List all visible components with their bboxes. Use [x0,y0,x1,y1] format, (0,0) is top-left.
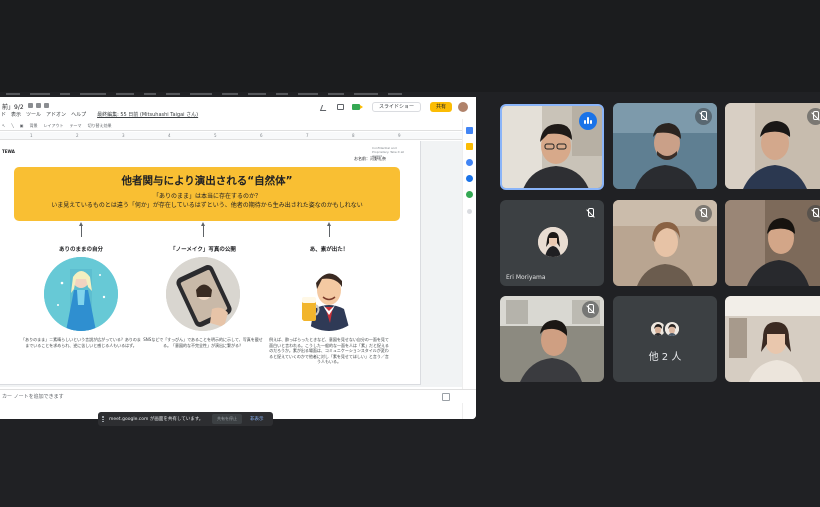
activity-icon[interactable] [319,105,329,111]
others-count: 他 2 人 [648,352,682,363]
phone-selfie-photo [166,257,240,331]
banner-description: いま見えているものとは違う「何か」が存在しているはずという、他者の期待から生み出… [51,202,363,209]
contacts-icon[interactable] [466,175,473,182]
participant-tile[interactable] [725,296,820,382]
column-description: SNSなどで「すっぴん」であることを明示的に示して、写真を載せる。「意図的な不完… [143,337,263,348]
speaker-notes-placeholder: カー ノートを追加できます [2,394,64,400]
comment-add-icon[interactable]: ▣ [20,123,24,128]
cursor-icon[interactable]: ↖ [2,123,5,128]
participant-tile-others[interactable]: 他 2 人 [613,296,717,382]
doc-title[interactable]: 前」9/2 [2,102,24,111]
mic-off-icon [807,205,820,222]
column-heading: 「ノーメイク」写真の公開 [170,247,236,253]
calendar-icon[interactable] [466,127,473,134]
menu-item[interactable]: ヘルプ [71,111,86,118]
participant-tile[interactable] [613,103,717,189]
participant-tile[interactable] [725,103,820,189]
side-panel-rail [462,119,476,419]
add-on-icon[interactable] [467,209,472,214]
share-button[interactable]: 共有 [430,102,453,112]
star-icon[interactable] [28,103,33,108]
toolbar-item[interactable]: 切り替え効果 [88,123,112,129]
participant-tile[interactable] [725,200,820,286]
businessman-beer-illustration [292,257,366,331]
ruler-number: 6 [260,133,263,138]
column-heading: ありのままの自分 [58,247,103,253]
arrow-up-icon [327,222,331,237]
maps-icon[interactable] [466,191,473,198]
menu-item[interactable]: 表示 [11,111,21,118]
avatar [663,320,681,338]
ruler-number: 4 [168,133,171,138]
doc-header: 前」9/2 ド 表示 ツール アドオン ヘルプ 最終編集: 55 日前 (Mit… [0,97,476,119]
menu-item[interactable]: アドオン [46,111,66,118]
meet-icon[interactable] [352,104,363,110]
slide-canvas: TEWA Confidential and Proprietary. Take … [0,141,462,387]
others-avatars [649,320,683,340]
author-name: お名前：河野礼奈 [354,156,386,161]
toolbar-item[interactable]: テーマ [70,123,82,129]
keep-icon[interactable] [466,143,473,150]
arrow-up-icon [201,222,205,237]
account-avatar[interactable] [458,102,468,112]
ruler-number: 8 [352,133,355,138]
princess-illustration [44,257,118,331]
participant-tile[interactable] [613,200,717,286]
stop-sharing-button[interactable]: 共有を停止 [212,414,242,424]
toolbar-item[interactable]: レイアウト [44,123,64,129]
avatar [538,227,568,257]
participant-tile[interactable]: Eri Moriyama [500,200,604,286]
speaking-indicator-icon [579,112,597,130]
share-toast-text: meet.google.com が画面を共有しています。 [109,417,204,422]
slide-logo: TEWA [2,149,15,154]
comment-icon[interactable] [337,104,344,110]
ruler-number: 9 [398,133,401,138]
banner-title: 他者関与により演出される“自然体” [121,175,293,187]
toolbar-item[interactable]: 背景 [30,123,38,129]
participant-tile[interactable] [500,104,604,190]
mic-off-icon [695,205,712,222]
participant-tile[interactable] [500,296,604,382]
ruler-number: 7 [306,133,309,138]
arrow-up-icon [79,222,83,237]
mic-off-icon [695,108,712,125]
speaker-notes-area[interactable]: カー ノートを追加できます [0,389,476,403]
ruler: 1 2 3 4 5 6 7 8 9 [0,132,462,140]
mic-off-icon [582,205,599,222]
mic-off-icon [807,108,820,125]
hide-toast-button[interactable]: 非表示 [250,416,264,422]
slide[interactable]: TEWA Confidential and Proprietary. Take … [0,141,421,385]
ruler-number: 1 [30,133,33,138]
banner-subtitle: 「ありのまま」は本当に存在するのか？ [152,193,261,200]
drag-handle-icon[interactable] [102,416,104,422]
last-edit-link[interactable]: 最終編集: 55 日前 (Mitsuhashi Taigai さん) [97,111,198,118]
shared-slides-window: 前」9/2 ド 表示 ツール アドオン ヘルプ 最終編集: 55 日前 (Mit… [0,97,476,419]
ruler-number: 3 [122,133,125,138]
menu-item[interactable]: ツール [26,111,41,118]
slideshow-button[interactable]: スライドショー [372,102,422,112]
move-icon[interactable] [36,103,41,108]
line-icon[interactable]: ╲ [11,123,13,128]
editing-toolbar: ↖ ╲ ▣ 背景 レイアウト テーマ 切り替え効果 [0,121,462,131]
menu-bar: ド 表示 ツール アドオン ヘルプ 最終編集: 55 日前 (Mitsuhash… [0,111,198,118]
ruler-number: 2 [76,133,79,138]
participant-name: Eri Moriyama [506,274,546,281]
explore-icon[interactable] [442,393,450,401]
column-heading: あ、素が出た！ [309,247,349,253]
title-banner: 他者関与により演出される“自然体” 「ありのまま」は本当に存在するのか？ いま見… [14,167,400,221]
column-description: 「ありのまま」＝素晴らしいという言説が広がっている？ありのままでいることを求めら… [21,337,141,348]
tasks-icon[interactable] [466,159,473,166]
column-description: 例えば、酔っぱらったときなど、意図を見せない自分の一面を見て面白いと言われる。こ… [269,337,389,364]
mic-off-icon [582,301,599,318]
menu-item[interactable]: ド [1,111,6,118]
cloud-icon[interactable] [44,103,49,108]
top-dark-area [0,0,820,92]
screen-share-toast: meet.google.com が画面を共有しています。 [98,412,273,426]
ruler-number: 5 [214,133,217,138]
